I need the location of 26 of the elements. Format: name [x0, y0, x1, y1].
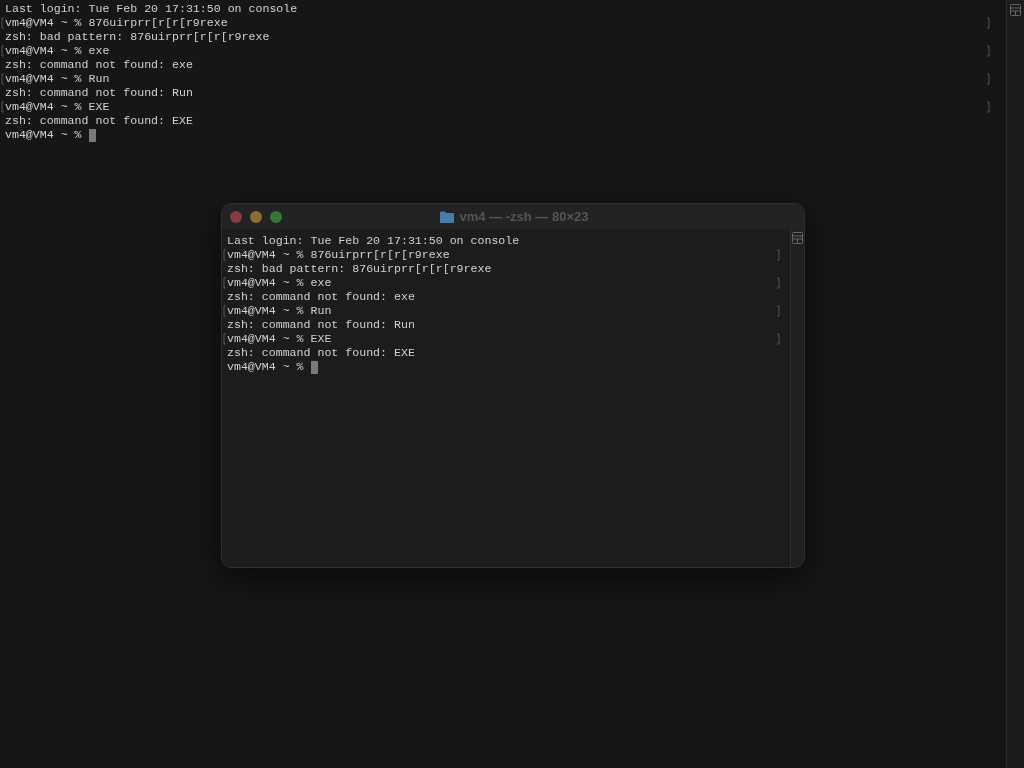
- terminal-line: vm4@VM4 ~ % 876uirprr[r[r[r9rexe: [227, 248, 450, 262]
- terminal-line: vm4@VM4 ~ % EXE: [227, 332, 332, 346]
- terminal-line: vm4@VM4 ~ % Run: [5, 72, 110, 86]
- terminal-line: vm4@VM4 ~ % exe: [227, 276, 332, 290]
- terminal-line: zsh: command not found: EXE: [5, 114, 193, 128]
- lines-icon: [792, 232, 803, 244]
- terminal-line: zsh: command not found: Run: [5, 86, 193, 100]
- terminal-line: zsh: command not found: exe: [5, 58, 193, 72]
- terminal-line: vm4@VM4 ~ %: [227, 360, 304, 374]
- minimize-button[interactable]: [250, 210, 262, 223]
- terminal-line: zsh: command not found: Run: [227, 318, 415, 332]
- terminal-line: vm4@VM4 ~ % Run: [227, 304, 332, 318]
- terminal-line: Last login: Tue Feb 20 17:31:50 on console: [5, 2, 298, 16]
- lines-icon: [1010, 4, 1021, 16]
- folder-icon: [439, 210, 454, 223]
- terminal-line: vm4@VM4 ~ %: [5, 128, 82, 142]
- terminal-line: zsh: bad pattern: 876uirprr[r[r[r9rexe: [5, 30, 270, 44]
- terminal-line: vm4@VM4 ~ % exe: [5, 44, 110, 58]
- zoom-button[interactable]: [270, 210, 282, 223]
- terminal-line: zsh: command not found: EXE: [227, 346, 415, 360]
- terminal-line: vm4@VM4 ~ % 876uirprr[r[r[r9rexe: [5, 16, 228, 30]
- terminal-line: Last login: Tue Feb 20 17:31:50 on console: [227, 234, 520, 248]
- terminal-line: zsh: command not found: exe: [227, 290, 415, 304]
- close-button[interactable]: [230, 210, 242, 223]
- terminal-line: zsh: bad pattern: 876uirprr[r[r[r9rexe: [227, 262, 492, 276]
- terminal-line: vm4@VM4 ~ % EXE: [5, 100, 110, 114]
